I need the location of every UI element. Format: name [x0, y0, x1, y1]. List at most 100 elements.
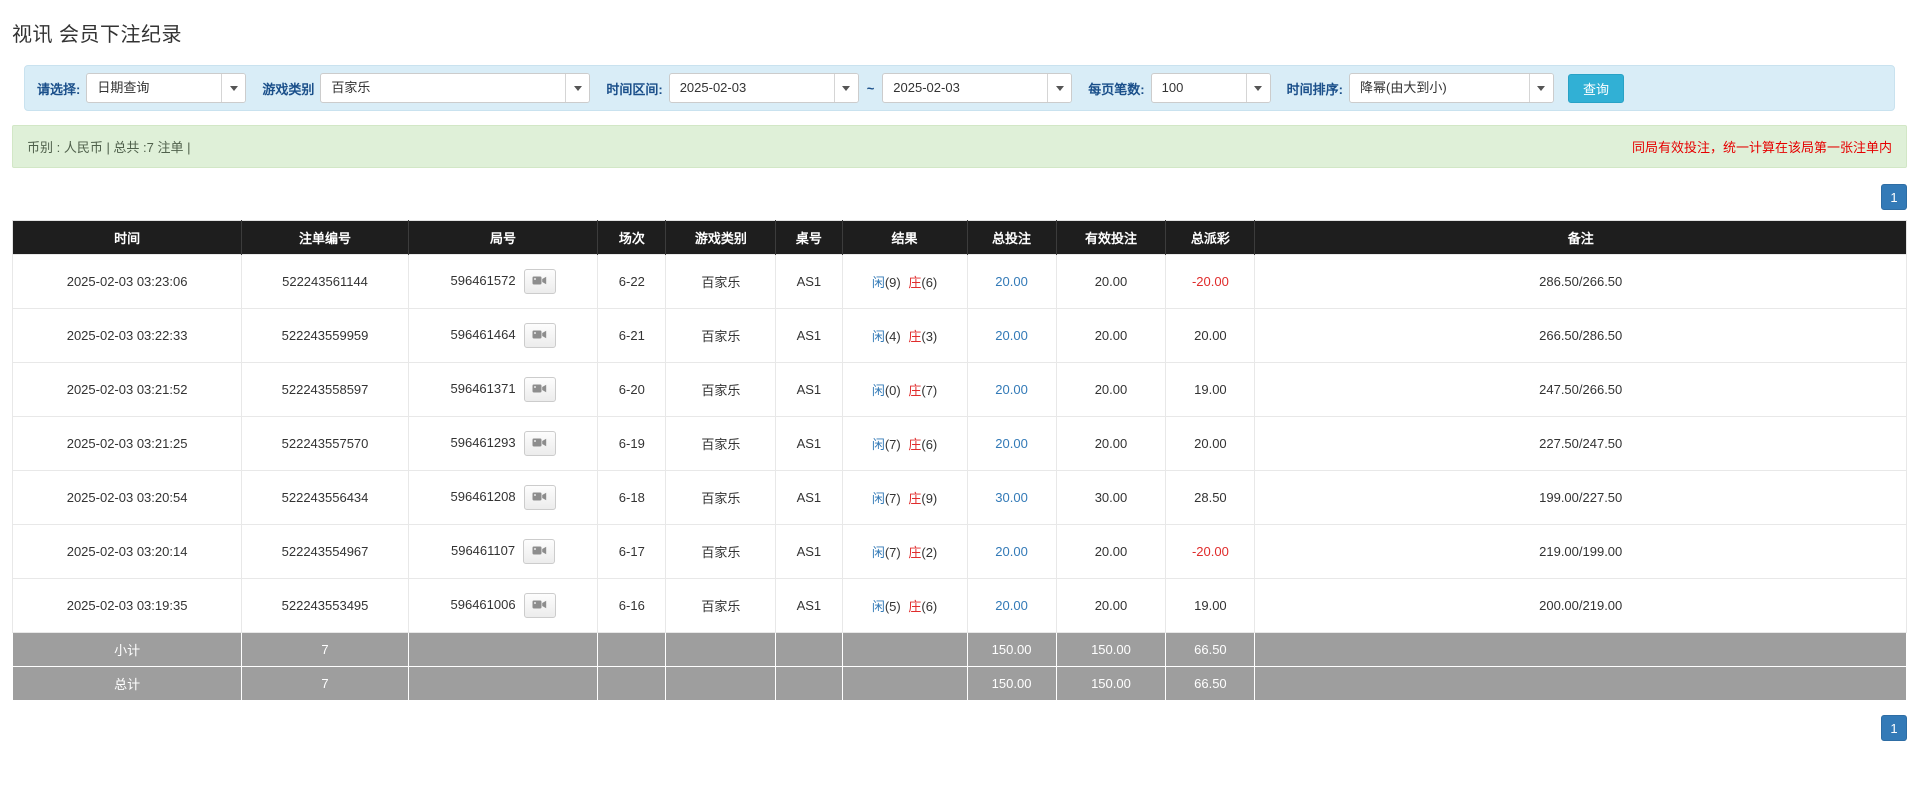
chevron-down-icon[interactable]	[1047, 74, 1072, 102]
page-1-button[interactable]: 1	[1881, 715, 1907, 741]
banker-score: (2)	[921, 545, 938, 560]
subtotal-valid-bet: 150.00	[1055, 632, 1167, 667]
cell-table-no: AS1	[775, 470, 843, 525]
round-id-value: 596461006	[450, 596, 516, 612]
cell-time: 2025-02-03 03:22:33	[11, 308, 243, 363]
grand-total-payout: 66.50	[1165, 666, 1256, 701]
cell-bet-id: 522243558597	[241, 362, 409, 417]
cell-total-bet-link[interactable]: 20.00	[966, 308, 1057, 363]
table-row: 2025-02-03 03:19:35 522243553495 5964610…	[11, 578, 1907, 633]
cell-game-type: 百家乐	[665, 254, 777, 309]
cell-payout: 20.00	[1165, 416, 1256, 471]
subtotal-label: 小计	[11, 632, 243, 667]
cell-result: 闲(4) 庄(3)	[841, 308, 968, 363]
date-range-separator: ~	[866, 80, 875, 96]
date-to-value: 2025-02-03	[893, 80, 960, 95]
cell-result: 闲(5) 庄(6)	[841, 578, 968, 633]
date-from-value: 2025-02-03	[679, 80, 747, 95]
banker-score: (6)	[921, 275, 938, 290]
chevron-down-icon[interactable]	[833, 74, 858, 102]
cell-total-bet-link[interactable]: 30.00	[966, 470, 1057, 525]
cell-table-no: AS1	[775, 254, 843, 309]
cell-valid-bet: 20.00	[1055, 578, 1167, 633]
table-row: 2025-02-03 03:20:14 522243554967 5964611…	[11, 524, 1907, 579]
banker-result: 庄	[908, 545, 922, 560]
player-score: (5)	[884, 599, 901, 614]
chevron-down-icon[interactable]	[1245, 74, 1270, 102]
cell-valid-bet: 30.00	[1055, 470, 1167, 525]
video-replay-button[interactable]	[523, 269, 556, 294]
col-header-valid-bet: 有效投注	[1056, 220, 1167, 255]
player-result: 闲	[871, 383, 885, 398]
banker-result: 庄	[908, 599, 922, 614]
player-score: (4)	[884, 329, 901, 344]
cell-payout: 19.00	[1165, 578, 1256, 633]
video-camera-icon	[532, 598, 547, 614]
cell-valid-bet: 20.00	[1055, 308, 1167, 363]
cell-session: 6-19	[597, 416, 667, 471]
date-to-picker[interactable]: 2025-02-03	[882, 73, 1073, 103]
banker-score: (6)	[921, 599, 938, 614]
date-range-label: 时间区间:	[606, 81, 663, 97]
cell-remark: 247.50/266.50	[1254, 362, 1907, 417]
subtotal-payout: 66.50	[1165, 632, 1256, 667]
table-row: 2025-02-03 03:20:54 522243556434 5964612…	[11, 470, 1907, 525]
player-result: 闲	[871, 545, 885, 560]
video-camera-icon	[532, 382, 547, 398]
chevron-down-icon[interactable]	[565, 74, 590, 102]
player-result: 闲	[871, 329, 885, 344]
player-score: (7)	[884, 491, 901, 506]
cell-table-no: AS1	[775, 308, 843, 363]
cell-table-no: AS1	[775, 362, 843, 417]
col-header-game-type: 游戏类别	[665, 220, 777, 255]
round-id-value: 596461293	[450, 434, 516, 450]
banker-result: 庄	[908, 437, 922, 452]
subtotal-count: 7	[241, 632, 409, 667]
cell-payout: 28.50	[1165, 470, 1256, 525]
video-replay-button[interactable]	[523, 539, 556, 564]
col-header-result: 结果	[842, 220, 968, 255]
player-result: 闲	[871, 491, 885, 506]
valid-bet-notice-text: 同局有效投注，统一计算在该局第一张注单内	[1631, 140, 1892, 155]
cell-total-bet-link[interactable]: 20.00	[966, 362, 1057, 417]
subtotal-row: 小计 7 150.00 150.00 66.50	[11, 632, 1907, 667]
cell-total-bet-link[interactable]: 20.00	[966, 254, 1057, 309]
date-from-picker[interactable]: 2025-02-03	[668, 73, 859, 103]
cell-time: 2025-02-03 03:23:06	[11, 254, 243, 309]
video-replay-button[interactable]	[523, 593, 556, 618]
table-row: 2025-02-03 03:21:52 522243558597 5964613…	[11, 362, 1907, 417]
col-header-round-id: 局号	[408, 220, 599, 255]
cell-game-type: 百家乐	[665, 416, 777, 471]
chevron-down-icon[interactable]	[1528, 74, 1553, 102]
banker-result: 庄	[908, 329, 922, 344]
game-type-dropdown[interactable]: 百家乐	[320, 73, 591, 103]
cell-total-bet-link[interactable]: 20.00	[966, 524, 1057, 579]
player-result: 闲	[871, 275, 885, 290]
chevron-down-icon[interactable]	[221, 74, 246, 102]
search-button[interactable]: 查询	[1567, 73, 1624, 103]
bet-records-table: 时间 注单编号 局号 场次 游戏类别 桌号 结果 总投注 有效投注 总派彩 备注…	[11, 220, 1907, 701]
table-row: 2025-02-03 03:21:25 522243557570 5964612…	[11, 416, 1907, 471]
cell-total-bet-link[interactable]: 20.00	[966, 416, 1057, 471]
time-sort-dropdown[interactable]: 降幂(由大到小)	[1348, 73, 1554, 103]
col-header-payout: 总派彩	[1165, 220, 1256, 255]
select-mode-label: 请选择:	[37, 81, 81, 97]
cell-session: 6-22	[597, 254, 667, 309]
cell-bet-id: 522243553495	[241, 578, 409, 633]
video-replay-button[interactable]	[523, 377, 556, 402]
cell-session: 6-20	[597, 362, 667, 417]
video-camera-icon	[532, 436, 547, 452]
col-header-remark: 备注	[1254, 220, 1907, 255]
cell-total-bet-link[interactable]: 20.00	[966, 578, 1057, 633]
cell-result: 闲(7) 庄(6)	[841, 416, 968, 471]
select-mode-dropdown[interactable]: 日期查询	[86, 73, 247, 103]
time-sort-value: 降幂(由大到小)	[1359, 80, 1447, 95]
video-replay-button[interactable]	[523, 431, 556, 456]
page-1-button[interactable]: 1	[1881, 184, 1907, 210]
video-replay-button[interactable]	[523, 323, 556, 348]
cell-valid-bet: 20.00	[1055, 362, 1167, 417]
cell-result: 闲(9) 庄(6)	[841, 254, 968, 309]
cell-time: 2025-02-03 03:20:14	[11, 524, 243, 579]
page-size-dropdown[interactable]: 100	[1150, 73, 1271, 103]
video-replay-button[interactable]	[523, 485, 556, 510]
